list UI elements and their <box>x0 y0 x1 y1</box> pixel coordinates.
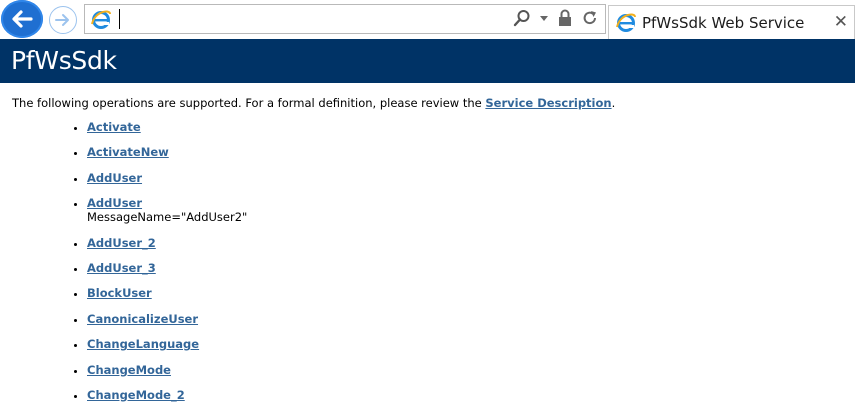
ie-logo-icon <box>90 8 112 34</box>
service-description-link[interactable]: Service Description <box>485 96 611 110</box>
operation-link[interactable]: BlockUser <box>87 286 152 300</box>
refresh-icon[interactable] <box>581 9 599 27</box>
tab-close-icon[interactable]: ✕ <box>834 12 848 32</box>
message-name: MessageName="AddUser2" <box>87 210 248 225</box>
intro-paragraph: The following operations are supported. … <box>12 96 855 110</box>
dropdown-arrow-icon[interactable] <box>539 14 549 22</box>
operations-list: Activate ActivateNew AddUser AddUserMess… <box>0 120 855 402</box>
intro-end: . <box>611 96 616 110</box>
list-item: BlockUser <box>87 286 855 300</box>
operation-link[interactable]: ActivateNew <box>87 145 169 159</box>
forward-arrow-icon <box>55 14 69 26</box>
tab-title: PfWsSdk Web Service <box>642 14 805 32</box>
list-item: Activate <box>87 120 855 134</box>
address-bar[interactable] <box>84 4 606 34</box>
browser-chrome: PfWsSdk Web Service ✕ <box>0 0 855 39</box>
list-item: AddUser_3 <box>87 261 855 275</box>
list-item: ChangeMode_2 <box>87 388 855 402</box>
list-item: CanonicalizeUser <box>87 312 855 326</box>
lock-icon[interactable] <box>557 9 573 27</box>
list-item: AddUserMessageName="AddUser2" <box>87 196 855 224</box>
operation-link[interactable]: CanonicalizeUser <box>87 312 198 326</box>
operation-link[interactable]: Activate <box>87 120 141 134</box>
back-button[interactable] <box>1 0 43 38</box>
list-item: AddUser_2 <box>87 236 855 250</box>
list-item: AddUser <box>87 171 855 185</box>
operation-link[interactable]: ChangeMode <box>87 363 171 377</box>
operation-link[interactable]: AddUser <box>87 171 142 185</box>
page-title: PfWsSdk <box>0 39 855 83</box>
list-item: ChangeLanguage <box>87 337 855 351</box>
operation-link[interactable]: AddUser_2 <box>87 236 156 250</box>
intro-text: The following operations are supported. … <box>12 96 486 110</box>
operation-link[interactable]: ChangeMode_2 <box>87 388 185 402</box>
tab-pfwssdk[interactable]: PfWsSdk Web Service ✕ <box>608 5 855 39</box>
operation-link[interactable]: AddUser <box>87 196 142 210</box>
back-arrow-icon <box>12 10 33 28</box>
ie-logo-icon <box>615 11 637 37</box>
search-icon[interactable] <box>513 9 531 27</box>
address-input[interactable] <box>119 9 499 29</box>
operation-link[interactable]: AddUser_3 <box>87 261 156 275</box>
forward-button[interactable] <box>49 6 77 34</box>
operation-link[interactable]: ChangeLanguage <box>87 337 199 351</box>
list-item: ChangeMode <box>87 363 855 377</box>
list-item: ActivateNew <box>87 145 855 159</box>
